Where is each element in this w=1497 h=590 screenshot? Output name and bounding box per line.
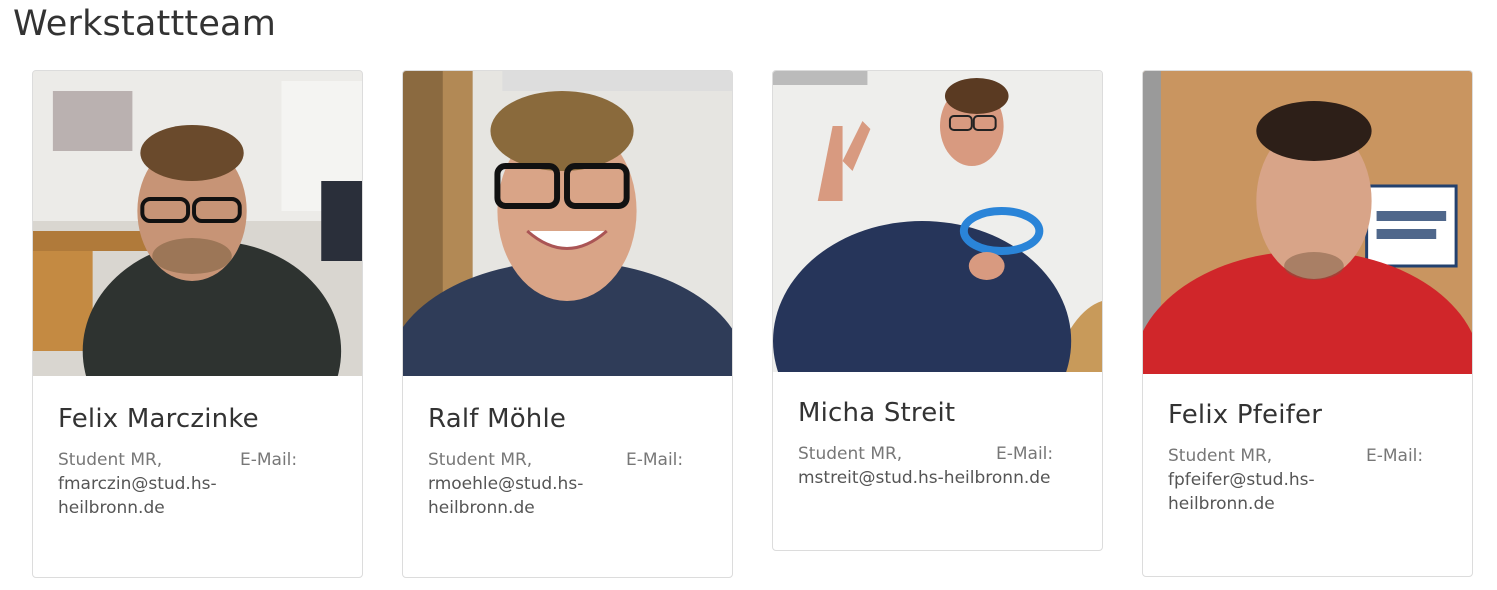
member-photo	[33, 71, 362, 376]
member-photo	[403, 71, 732, 376]
team-card-felix-marczinke: Felix Marczinke Student MR, E-Mail: fmar…	[32, 70, 363, 578]
email-label: E-Mail:	[996, 444, 1054, 464]
email-part: heilbronn.de	[1168, 494, 1275, 514]
member-photo	[773, 71, 1102, 372]
team-card-ralf-moehle: Ralf Möhle Student MR, E-Mail: rmoehle@s…	[402, 70, 733, 578]
email-label: E-Mail:	[1366, 446, 1424, 466]
member-role: Student MR,	[58, 450, 163, 470]
email-label: E-Mail:	[240, 450, 298, 470]
team-card-micha-streit: Micha Streit Student MR, E-Mail: mstreit…	[772, 70, 1103, 551]
email-part: rmoehle@stud.hs-	[428, 474, 584, 494]
member-photo	[1143, 71, 1472, 374]
member-name: Ralf Möhle	[428, 404, 567, 434]
email-part: heilbronn.de	[58, 498, 165, 518]
email-part: fmarczin@stud.hs-	[58, 474, 217, 494]
email-part: heilbronn.de	[428, 498, 535, 518]
member-role: Student MR,	[1168, 446, 1273, 466]
member-email[interactable]: fpfeifer@stud.hs- heilbronn.de	[1168, 468, 1447, 516]
member-name: Felix Marczinke	[58, 404, 259, 434]
team-card-felix-pfeifer: Felix Pfeifer Student MR, E-Mail: fpfeif…	[1142, 70, 1473, 577]
member-email[interactable]: rmoehle@stud.hs- heilbronn.de	[428, 472, 707, 520]
member-email[interactable]: mstreit@stud.hs-heilbronn.de	[798, 466, 1077, 490]
email-label: E-Mail:	[626, 450, 684, 470]
member-name: Micha Streit	[798, 398, 956, 428]
member-name: Felix Pfeifer	[1168, 400, 1323, 430]
section-title: Werkstattteam	[13, 4, 276, 44]
member-email[interactable]: fmarczin@stud.hs- heilbronn.de	[58, 472, 337, 520]
member-role: Student MR,	[798, 444, 903, 464]
email-part: mstreit@stud.hs-heilbronn.de	[798, 468, 1051, 488]
email-part: fpfeifer@stud.hs-	[1168, 470, 1315, 490]
member-role: Student MR,	[428, 450, 533, 470]
